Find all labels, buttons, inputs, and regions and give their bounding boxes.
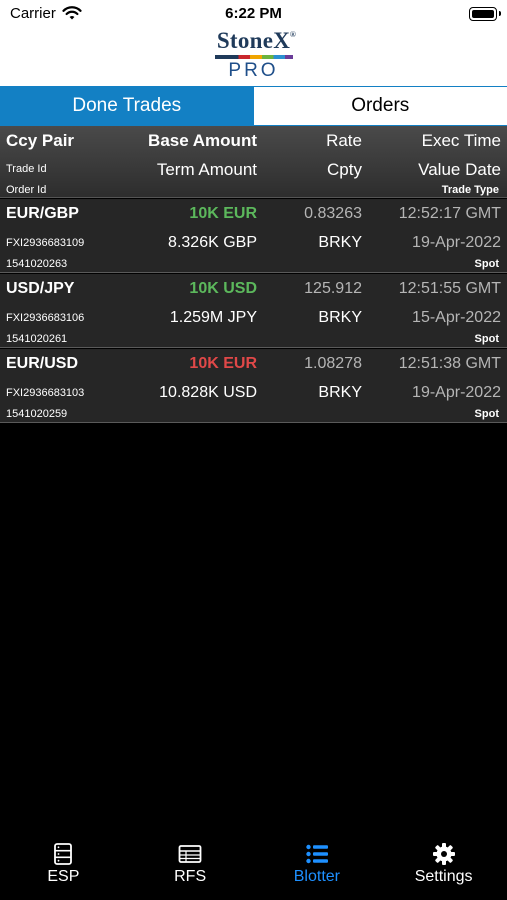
tabbar-item-blotter[interactable]: Blotter <box>254 832 381 900</box>
tabbar-label: ESP <box>47 868 80 885</box>
row-cpty: BRKY <box>318 234 362 251</box>
table-row[interactable]: USD/JPY 10K USD 125.912 12:51:55 GMT FXI… <box>0 274 507 348</box>
row-rate: 0.83263 <box>304 205 362 222</box>
row-order-id: 1541020259 <box>6 408 68 420</box>
row-order-id: 1541020263 <box>6 258 68 270</box>
tabbar-label: Settings <box>414 868 473 885</box>
row-exec-time: 12:52:17 GMT <box>398 205 501 222</box>
header-value-date: Value Date <box>418 160 501 179</box>
row-term-amount: 1.259M JPY <box>169 309 257 326</box>
tab-orders[interactable]: Orders <box>253 87 507 125</box>
row-term-amount: 10.828K USD <box>159 384 257 401</box>
blotter-tabs: Done Trades Orders <box>0 86 507 126</box>
app-header: Carrier 6:22 PM StoneX ® PRO <box>0 0 507 86</box>
tabbar-label: Blotter <box>293 868 340 885</box>
table-icon <box>178 845 202 863</box>
header-term-amount: Term Amount <box>156 160 257 179</box>
row-exec-time: 12:51:55 GMT <box>398 280 501 297</box>
row-cpty: BRKY <box>318 309 362 326</box>
row-rate: 1.08278 <box>304 355 362 372</box>
row-trade-type: Spot <box>474 258 499 270</box>
table-row[interactable]: EUR/USD 10K EUR 1.08278 12:51:38 GMT FXI… <box>0 349 507 423</box>
logo-pro: PRO <box>228 60 279 81</box>
row-trade-id: FXI2936683109 <box>6 237 85 249</box>
tabbar-label: RFS <box>174 868 207 885</box>
battery-icon <box>469 7 501 21</box>
row-base-amount: 10K EUR <box>189 205 257 222</box>
header-rate: Rate <box>326 131 362 150</box>
row-ccy-pair: EUR/GBP <box>6 205 79 222</box>
header-exec-time: Exec Time <box>421 131 501 150</box>
logo-color-bar <box>214 55 293 59</box>
list-icon <box>306 844 328 864</box>
row-value-date: 19-Apr-2022 <box>412 234 501 251</box>
row-exec-time: 12:51:38 GMT <box>398 355 501 372</box>
header-trade-id: Trade Id <box>6 163 47 175</box>
row-term-amount: 8.326K GBP <box>168 234 257 251</box>
row-base-amount: 10K USD <box>189 280 257 297</box>
logo: StoneX ® PRO <box>0 28 507 82</box>
bottom-tab-bar: ESP RFS Blotter Settings <box>0 832 507 900</box>
header-trade-type: Trade Type <box>441 184 499 196</box>
header-cpty: Cpty <box>327 160 362 179</box>
row-cpty: BRKY <box>318 384 362 401</box>
row-value-date: 19-Apr-2022 <box>412 384 501 401</box>
row-rate: 125.912 <box>304 280 362 297</box>
row-trade-type: Spot <box>474 333 499 345</box>
row-trade-type: Spot <box>474 408 499 420</box>
tabbar-item-settings[interactable]: Settings <box>380 832 507 900</box>
row-order-id: 1541020261 <box>6 333 68 345</box>
tabbar-item-esp[interactable]: ESP <box>0 832 127 900</box>
clock: 6:22 PM <box>225 5 282 22</box>
tab-done-trades[interactable]: Done Trades <box>0 87 254 125</box>
table-row[interactable]: EUR/GBP 10K EUR 0.83263 12:52:17 GMT FXI… <box>0 199 507 273</box>
server-icon <box>54 843 73 865</box>
header-base-amount: Base Amount <box>148 131 257 150</box>
gear-icon <box>432 843 455 865</box>
logo-brand: StoneX ® <box>216 28 297 53</box>
tabbar-item-rfs[interactable]: RFS <box>127 832 254 900</box>
status-bar: Carrier 6:22 PM <box>0 0 507 28</box>
row-value-date: 15-Apr-2022 <box>412 309 501 326</box>
row-trade-id: FXI2936683106 <box>6 312 85 324</box>
row-trade-id: FXI2936683103 <box>6 387 85 399</box>
row-ccy-pair: USD/JPY <box>6 280 75 297</box>
header-order-id: Order Id <box>6 184 47 196</box>
row-base-amount: 10K EUR <box>189 355 257 372</box>
row-ccy-pair: EUR/USD <box>6 355 79 372</box>
header-ccy-pair: Ccy Pair <box>6 131 75 150</box>
table-header: Ccy Pair Base Amount Rate Exec Time Trad… <box>0 126 507 198</box>
